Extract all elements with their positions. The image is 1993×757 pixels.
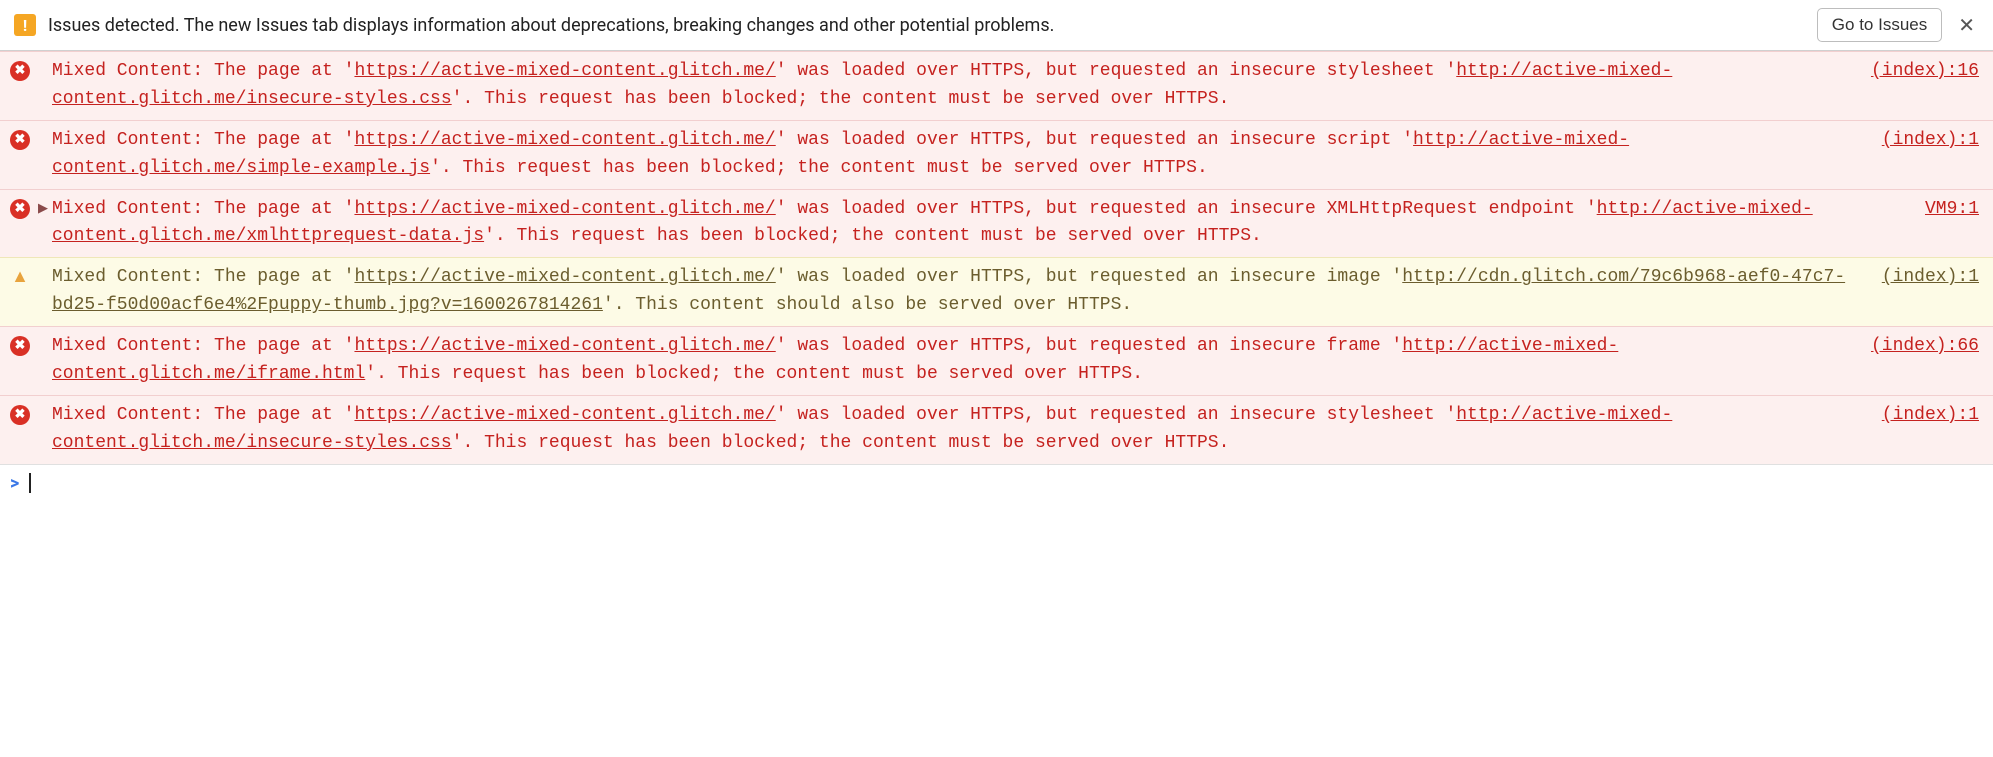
console-row: ▲▶Mixed Content: The page at 'https://ac… — [0, 257, 1993, 326]
console-message-text: Mixed Content: The page at 'https://acti… — [52, 127, 1862, 183]
console-row: ✖▶Mixed Content: The page at 'https://ac… — [0, 326, 1993, 395]
page-url-link[interactable]: https://active-mixed-content.glitch.me/ — [354, 130, 775, 150]
error-icon: ✖ — [10, 199, 30, 219]
console-prompt[interactable]: > — [0, 464, 1993, 506]
warning-icon: ▲ — [10, 267, 30, 287]
console-message-list: ✖▶Mixed Content: The page at 'https://ac… — [0, 51, 1993, 464]
page-url-link[interactable]: https://active-mixed-content.glitch.me/ — [354, 199, 775, 219]
issues-infobar-text: Issues detected. The new Issues tab disp… — [48, 15, 1805, 36]
source-link[interactable]: VM9:1 — [1925, 196, 1979, 224]
page-url-link[interactable]: https://active-mixed-content.glitch.me/ — [354, 61, 775, 81]
console-row: ✖▶Mixed Content: The page at 'https://ac… — [0, 120, 1993, 189]
prompt-cursor — [29, 473, 31, 493]
issues-infobar: ! Issues detected. The new Issues tab di… — [0, 0, 1993, 51]
page-url-link[interactable]: https://active-mixed-content.glitch.me/ — [354, 267, 775, 287]
source-link[interactable]: (index):1 — [1882, 402, 1979, 430]
prompt-caret-icon: > — [10, 473, 19, 494]
error-icon: ✖ — [10, 61, 30, 81]
console-message-text: Mixed Content: The page at 'https://acti… — [52, 333, 1851, 389]
page-url-link[interactable]: https://active-mixed-content.glitch.me/ — [354, 336, 775, 356]
source-link[interactable]: (index):16 — [1871, 58, 1979, 86]
go-to-issues-button[interactable]: Go to Issues — [1817, 8, 1942, 42]
console-row: ✖ ▶Mixed Content: The page at 'https://ac… — [0, 189, 1993, 258]
console-row: ✖▶Mixed Content: The page at 'https://ac… — [0, 395, 1993, 464]
error-icon: ✖ — [10, 405, 30, 425]
console-message-text: Mixed Content: The page at 'https://acti… — [52, 58, 1851, 114]
console-row: ✖▶Mixed Content: The page at 'https://ac… — [0, 51, 1993, 120]
console-message-text: Mixed Content: The page at 'https://acti… — [52, 264, 1862, 320]
error-icon: ✖ — [10, 130, 30, 150]
source-link[interactable]: (index):1 — [1882, 127, 1979, 155]
source-link[interactable]: (index):1 — [1882, 264, 1979, 292]
source-link[interactable]: (index):66 — [1871, 333, 1979, 361]
error-icon: ✖ — [10, 336, 30, 356]
console-message-text: Mixed Content: The page at 'https://acti… — [52, 196, 1905, 252]
issues-warning-icon: ! — [14, 14, 36, 36]
close-infobar-button[interactable]: ✕ — [1954, 13, 1979, 37]
expand-caret-icon[interactable]: ▶ — [38, 199, 50, 219]
console-message-text: Mixed Content: The page at 'https://acti… — [52, 402, 1862, 458]
page-url-link[interactable]: https://active-mixed-content.glitch.me/ — [354, 405, 775, 425]
